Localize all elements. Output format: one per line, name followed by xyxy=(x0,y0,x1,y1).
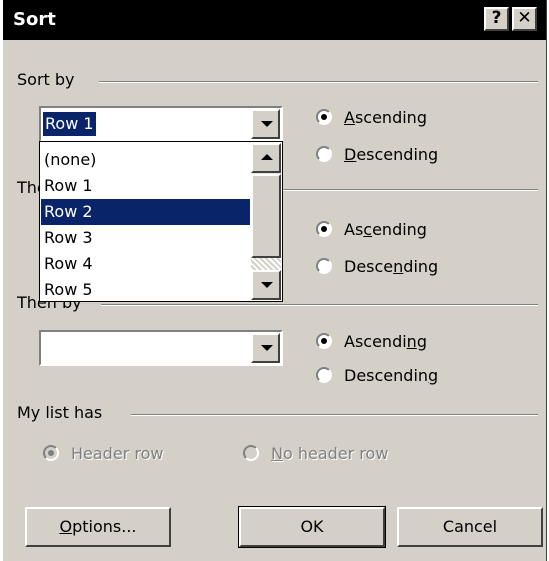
sort-by-combo-value: Row 1 xyxy=(42,111,97,137)
sort-by-dropdown-button[interactable] xyxy=(251,109,280,139)
radio-circle xyxy=(316,367,332,383)
help-icon: ? xyxy=(491,8,502,28)
sort-by-dropdown-list[interactable]: (none) Row 1 Row 2 Row 3 Row 4 Row 5 xyxy=(39,141,283,302)
help-button[interactable]: ? xyxy=(484,7,509,31)
radio-circle xyxy=(316,221,332,237)
dialog-title: Sort xyxy=(13,9,56,30)
radio-circle xyxy=(243,445,259,461)
radio-dot xyxy=(321,338,327,344)
options-button[interactable]: Options... xyxy=(25,507,171,547)
scroll-up-button[interactable] xyxy=(251,143,281,173)
no-header-row-label: No header row xyxy=(271,444,389,463)
dropdown-list-item[interactable]: Row 4 xyxy=(41,251,250,277)
sort-by-combo[interactable]: Row 1 xyxy=(39,106,283,142)
radio-dot xyxy=(321,114,327,120)
cancel-button[interactable]: Cancel xyxy=(397,507,543,547)
sort-by-label: Sort by xyxy=(17,70,75,89)
then-by-2-ascending-label: Ascending xyxy=(344,332,427,351)
scroll-down-button[interactable] xyxy=(251,270,281,300)
header-row-label: Header row xyxy=(71,444,164,463)
chevron-down-icon xyxy=(261,282,273,288)
dropdown-list-item[interactable]: Row 5 xyxy=(41,277,250,303)
radio-dot xyxy=(48,450,54,456)
dropdown-items: (none) Row 1 Row 2 Row 3 Row 4 Row 5 xyxy=(41,147,250,303)
chevron-up-icon xyxy=(261,154,273,160)
sort-dialog: Sort ? ✕ Sort by Row 1 Ascending Descend… xyxy=(2,0,547,561)
scroll-thumb[interactable] xyxy=(251,174,281,258)
close-icon: ✕ xyxy=(517,8,532,28)
dropdown-list-item[interactable]: Row 1 xyxy=(41,173,250,199)
chevron-down-icon xyxy=(261,121,273,127)
then-by-2-divider xyxy=(101,304,538,306)
radio-circle xyxy=(316,109,332,125)
radio-circle xyxy=(316,146,332,162)
then-by-1-ascending-label: Ascending xyxy=(344,220,427,239)
then-by-2-dropdown-button[interactable] xyxy=(251,333,280,363)
close-button[interactable]: ✕ xyxy=(512,7,537,31)
ok-button[interactable]: OK xyxy=(238,506,386,548)
then-by-1-descending-label: Descending xyxy=(344,257,439,276)
radio-dot xyxy=(321,226,327,232)
radio-circle xyxy=(43,445,59,461)
sort-by-descending-label: Descending xyxy=(344,145,439,164)
radio-circle xyxy=(316,333,332,349)
my-list-has-label: My list has xyxy=(17,403,103,422)
dropdown-list-item[interactable]: Row 3 xyxy=(41,225,250,251)
then-by-2-descending-label: Descending xyxy=(344,366,439,385)
then-by-2-combo[interactable] xyxy=(39,330,283,366)
my-list-has-divider xyxy=(131,414,538,416)
sort-by-divider xyxy=(99,81,538,83)
title-bar[interactable]: Sort ? ✕ xyxy=(3,0,546,40)
scroll-track[interactable] xyxy=(251,258,281,270)
radio-circle xyxy=(316,258,332,274)
dropdown-scrollbar[interactable] xyxy=(251,143,281,300)
dropdown-list-item[interactable]: (none) xyxy=(41,147,250,173)
sort-by-ascending-label: Ascending xyxy=(344,108,427,127)
chevron-down-icon xyxy=(261,345,273,351)
dropdown-list-item[interactable]: Row 2 xyxy=(41,199,250,225)
